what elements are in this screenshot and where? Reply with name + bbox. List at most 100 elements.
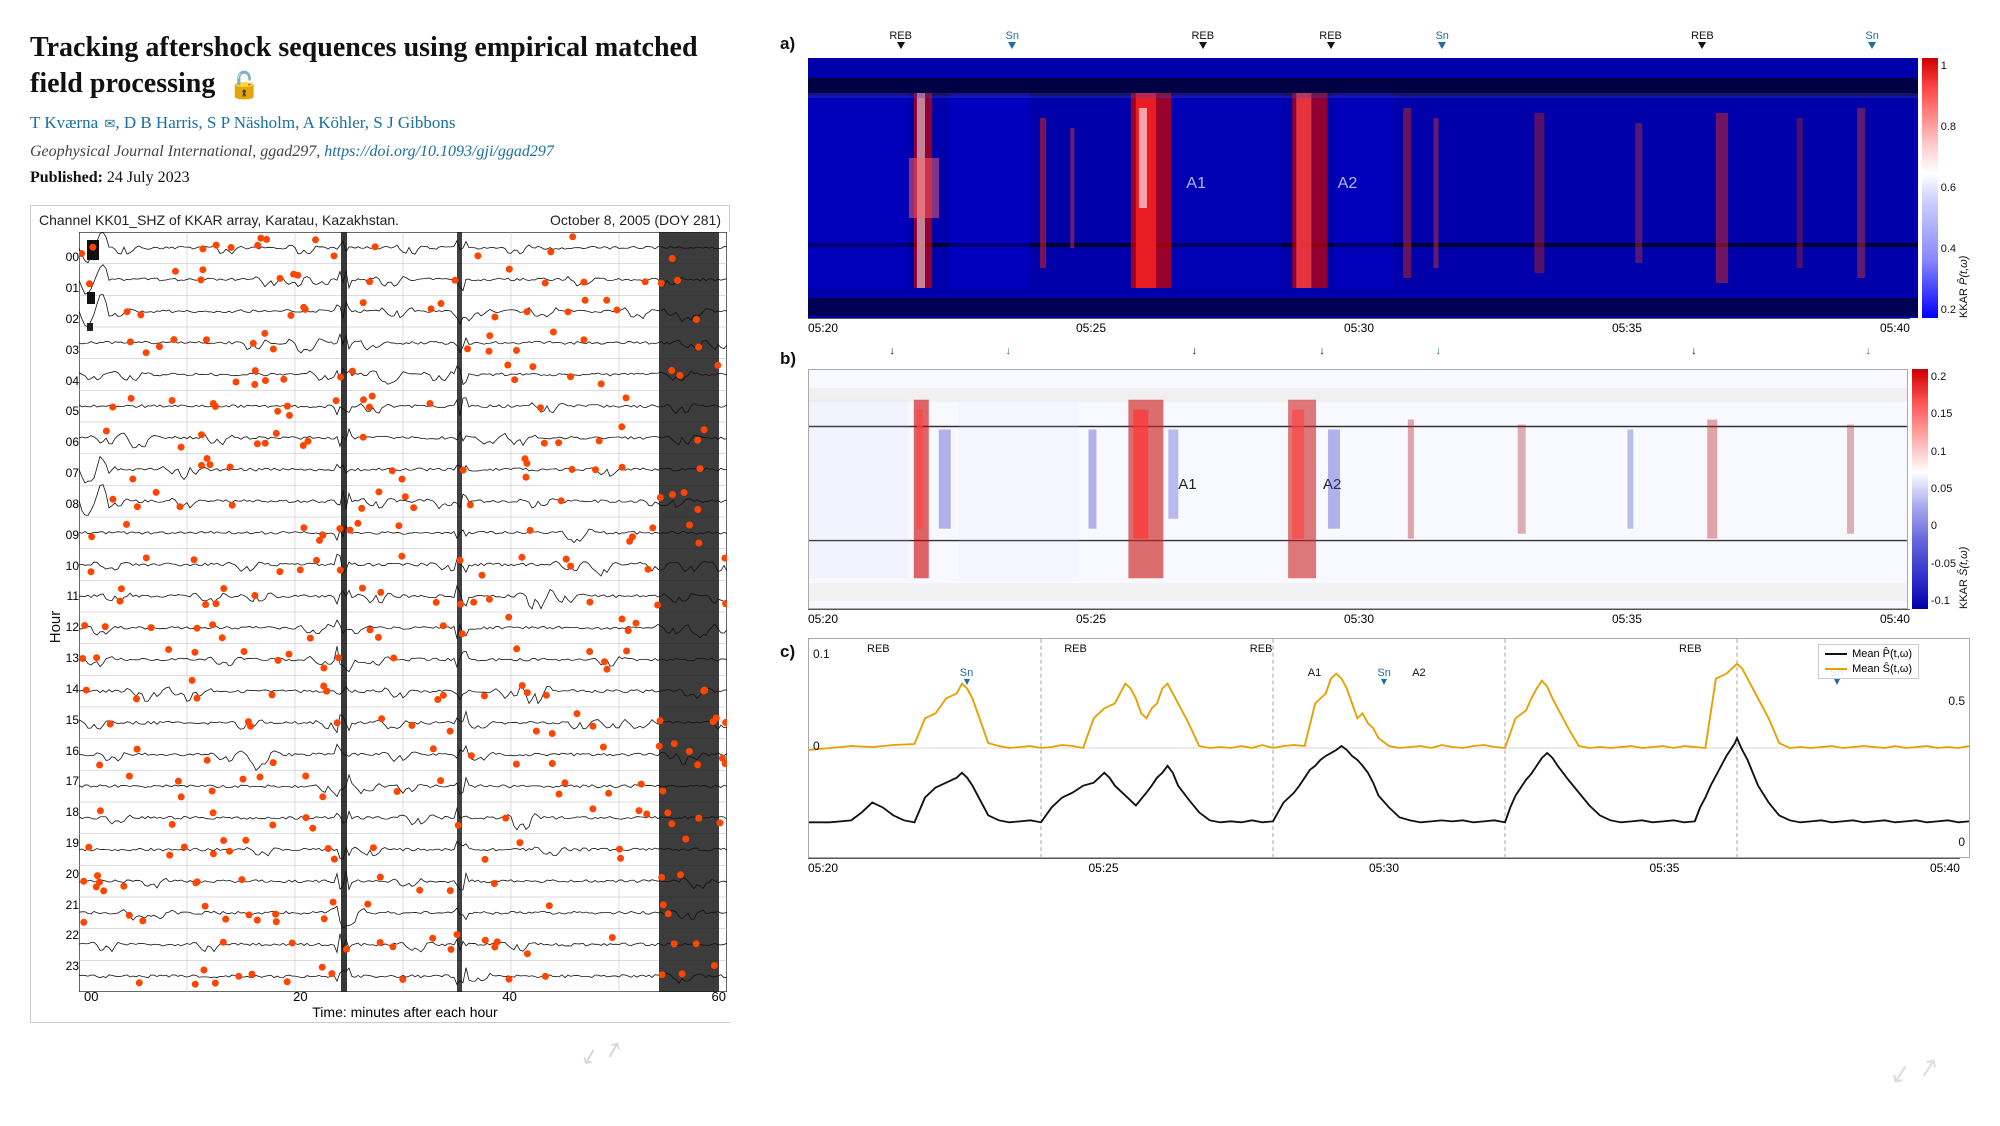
published-label: Published: bbox=[30, 169, 103, 186]
watermark-left: ↙ ↗ bbox=[577, 1035, 625, 1071]
y-label-16: 16 bbox=[53, 744, 79, 758]
panel-b-row: b) ↓ ↓ ↓ ↓ ↓ ↓ ↓ bbox=[780, 345, 1970, 626]
colorbar-a-gradient bbox=[1922, 58, 1938, 318]
y-label-20: 20 bbox=[53, 867, 79, 881]
x-label-40: 40 bbox=[502, 989, 516, 1004]
panel-c-time-axis: 05:20 05:25 05:30 05:35 05:40 bbox=[808, 858, 1960, 875]
paper-title: Tracking aftershock sequences using empi… bbox=[30, 30, 750, 103]
watermark-right: ↙ ↗ bbox=[1887, 1050, 1943, 1091]
panel-c-a2: A2 bbox=[1412, 667, 1425, 679]
colorbar-b-labels: 0.2 0.15 0.1 0.05 0 -0.05 -0.1 bbox=[1928, 369, 1956, 609]
panel-c-sn-1: Sn bbox=[960, 667, 973, 685]
right-column: a) REB Sn REB REB Sn REB Sn bbox=[780, 30, 1970, 1106]
legend-mean-p: Mean P̂(t,ω) bbox=[1825, 648, 1912, 660]
caption-left: Channel KK01_SHZ of KKAR array, Karatau,… bbox=[39, 212, 399, 228]
panel-b-time-axis: 05:20 05:25 05:30 05:35 05:40 bbox=[808, 609, 1910, 626]
legend-p-text: Mean P̂(t,ω) bbox=[1852, 648, 1912, 660]
y-label-08: 08 bbox=[53, 497, 79, 511]
y-label-22: 22 bbox=[53, 928, 79, 942]
y-label-10: 10 bbox=[53, 559, 79, 573]
arrow-b-2: ↓ bbox=[1006, 345, 1012, 357]
x-label-0: 00 bbox=[84, 989, 98, 1004]
panel-c-content: 0 REB REB REB A1 A2 REB Sn bbox=[808, 638, 1970, 875]
y-label-09: 09 bbox=[53, 528, 79, 542]
y-label-15: 15 bbox=[53, 713, 79, 727]
colorbar-b-title: KKAR Ŝ(t,ω) bbox=[1958, 369, 1970, 609]
panel-a-content: REB Sn REB REB Sn REB Sn bbox=[808, 30, 1970, 335]
panel-a-colorbar: 1 0.8 0.6 0.4 0.2 KKAR P̂(t,ω) bbox=[1922, 58, 1970, 318]
panel-c-y-right-bottom: 0 bbox=[1958, 835, 1965, 849]
panel-c-y-left-zero: 0 bbox=[813, 739, 820, 753]
doi-link[interactable]: https://doi.org/10.1093/gji/ggad297 bbox=[324, 143, 554, 160]
y-label-05: 05 bbox=[53, 404, 79, 418]
seismo-caption: Channel KK01_SHZ of KKAR array, Karatau,… bbox=[31, 206, 729, 232]
arrow-b-4: ↓ bbox=[1319, 345, 1325, 357]
arrow-reb-1: REB bbox=[889, 30, 912, 49]
published-info: Published: 24 July 2023 bbox=[30, 169, 750, 187]
panel-a-label: a) bbox=[780, 30, 808, 54]
email-icon: ✉ bbox=[104, 116, 115, 131]
seismogram-figure: Channel KK01_SHZ of KKAR array, Karatau,… bbox=[30, 205, 730, 1023]
title-text: Tracking aftershock sequences using empi… bbox=[30, 32, 698, 99]
legend-mean-s: Mean Ŝ(t,ω) bbox=[1825, 663, 1912, 675]
y-label-03: 03 bbox=[53, 343, 79, 357]
open-access-icon: 🔓 bbox=[228, 69, 260, 103]
arrow-reb-2: REB bbox=[1191, 30, 1214, 49]
left-column: Tracking aftershock sequences using empi… bbox=[30, 30, 750, 1106]
colorbar-a-labels: 1 0.8 0.6 0.4 0.2 bbox=[1938, 58, 1956, 318]
panel-c-label: c) bbox=[780, 638, 808, 662]
panel-c-a1: A1 bbox=[1308, 667, 1321, 679]
panel-c-reb-2: REB bbox=[1064, 643, 1087, 655]
panel-a-row: a) REB Sn REB REB Sn REB Sn bbox=[780, 30, 1970, 335]
arrow-b-3: ↓ bbox=[1191, 345, 1197, 357]
journal-id: ggad297 bbox=[260, 143, 316, 160]
svg-text:A1: A1 bbox=[1178, 476, 1196, 493]
y-label-12: 12 bbox=[53, 620, 79, 634]
y-label-14: 14 bbox=[53, 682, 79, 696]
panel-b-arrows: ↓ ↓ ↓ ↓ ↓ ↓ ↓ bbox=[808, 345, 1970, 369]
arrow-b-7: ↓ bbox=[1865, 345, 1871, 357]
panel-a-svg: A1 A2 bbox=[808, 58, 1918, 318]
y-label-00: 00 bbox=[53, 250, 79, 264]
arrow-b-1: ↓ bbox=[889, 345, 895, 357]
y-label-06: 06 bbox=[53, 435, 79, 449]
arrow-sn-3: Sn bbox=[1865, 30, 1878, 49]
panel-c-sn-2: Sn bbox=[1377, 667, 1390, 685]
y-label-13: 13 bbox=[53, 651, 79, 665]
panel-b-svg: A1 A2 bbox=[809, 370, 1907, 608]
arrow-reb-3: REB bbox=[1319, 30, 1342, 49]
published-date: 24 July 2023 bbox=[107, 169, 190, 186]
journal-name: Geophysical Journal International bbox=[30, 143, 252, 160]
panel-c-reb-4: REB bbox=[1679, 643, 1702, 655]
panel-b-label: b) bbox=[780, 345, 808, 369]
panel-b-plot: A1 A2 bbox=[808, 369, 1908, 609]
x-label-20: 20 bbox=[293, 989, 307, 1004]
y-label-02: 02 bbox=[53, 312, 79, 326]
panel-a-arrows: REB Sn REB REB Sn REB Sn bbox=[808, 30, 1970, 58]
legend-p-line bbox=[1825, 653, 1847, 655]
y-axis-labels: 00 01 02 03 04 05 06 07 08 09 10 11 12 1… bbox=[53, 232, 79, 992]
panel-c-y-right-top: 0.5 bbox=[1948, 694, 1965, 708]
panel-b-content: ↓ ↓ ↓ ↓ ↓ ↓ ↓ bbox=[808, 345, 1970, 626]
x-label-60: 60 bbox=[712, 989, 726, 1004]
panel-c-plot: 0 REB REB REB A1 A2 REB Sn bbox=[808, 638, 1970, 858]
y-label-18: 18 bbox=[53, 805, 79, 819]
x-axis-title: Time: minutes after each hour bbox=[79, 1004, 731, 1020]
panel-c-row: c) 0 bbox=[780, 638, 1970, 875]
y-label-01: 01 bbox=[53, 281, 79, 295]
seismo-svg bbox=[79, 232, 727, 992]
y-label-17: 17 bbox=[53, 774, 79, 788]
seismo-main: Hour 00 01 02 03 04 05 06 07 08 09 10 11… bbox=[31, 232, 731, 1022]
arrow-sn-2: Sn bbox=[1435, 30, 1448, 49]
authors: T Kværna ✉, D B Harris, S P Näsholm, A K… bbox=[30, 113, 750, 133]
y-label-04: 04 bbox=[53, 374, 79, 388]
y-label-07: 07 bbox=[53, 466, 79, 480]
panel-a-time-axis: 05:20 05:25 05:30 05:35 05:40 bbox=[808, 318, 1910, 335]
legend-s-line bbox=[1825, 668, 1847, 670]
arrow-b-5: ↓ bbox=[1435, 345, 1441, 357]
panel-c-reb-3: REB bbox=[1250, 643, 1273, 655]
panel-b-inner: A1 A2 bbox=[808, 369, 1970, 609]
caption-right: October 8, 2005 (DOY 281) bbox=[550, 212, 721, 228]
panel-c-legend: Mean P̂(t,ω) Mean Ŝ(t,ω) bbox=[1818, 644, 1919, 679]
y-label-23: 23 bbox=[53, 959, 79, 973]
